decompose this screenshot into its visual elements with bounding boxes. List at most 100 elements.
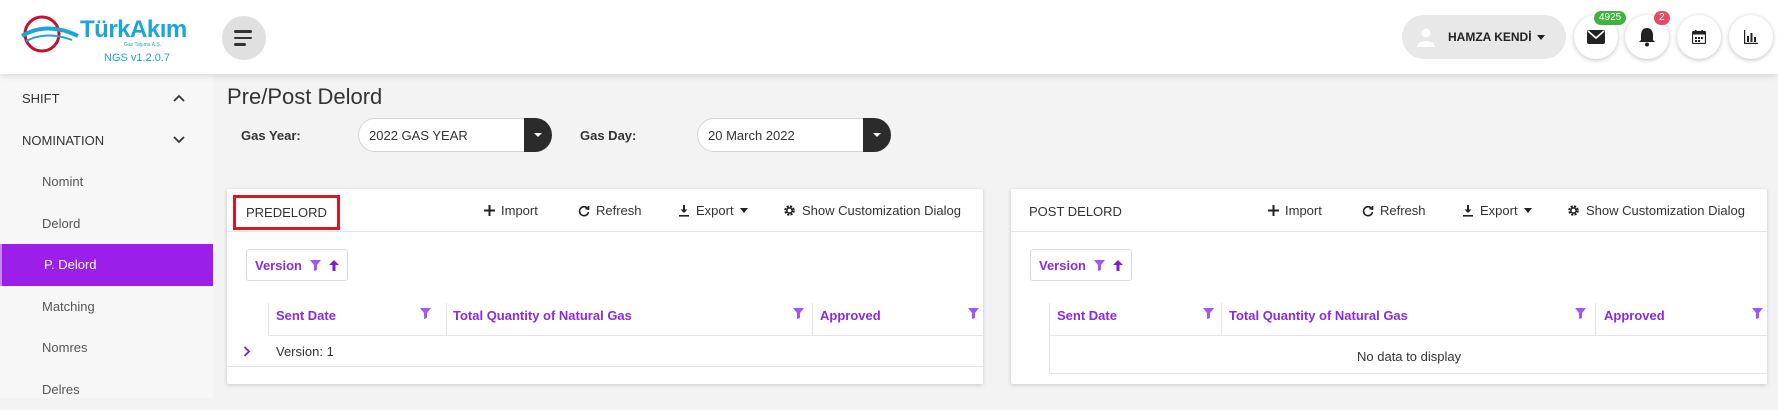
export-button[interactable]: Export	[1462, 203, 1532, 218]
sidebar-item-nomint[interactable]: Nomint	[0, 161, 213, 203]
user-name: HAMZA KENDİ	[1448, 30, 1532, 44]
sidebar-item-label: P. Delord	[44, 257, 97, 272]
column-header-sent-date[interactable]: Sent Date	[276, 303, 446, 335]
column-header-approved[interactable]: Approved	[820, 303, 980, 335]
customization-dialog-button[interactable]: Show Customization Dialog	[783, 203, 961, 218]
dropdown-toggle-button[interactable]	[863, 118, 891, 152]
post-delord-panel: POST DELORD Import Refresh Export Show C…	[1011, 189, 1767, 384]
sidebar-item-label: Delres	[42, 382, 80, 397]
mail-button[interactable]: 4925	[1574, 15, 1618, 59]
export-label: Export	[696, 203, 734, 218]
sort-ascending-icon[interactable]	[1113, 260, 1123, 271]
notifications-button[interactable]: 2	[1625, 15, 1669, 59]
refresh-label: Refresh	[596, 203, 642, 218]
filter-icon[interactable]	[1575, 308, 1586, 319]
group-row[interactable]: Version: 1	[227, 336, 983, 367]
sidebar-item-label: Delord	[42, 216, 80, 231]
sidebar: SHIFT NOMINATION Nomint Delord P. Delord…	[0, 74, 213, 398]
hamburger-line	[234, 43, 246, 46]
chevron-down-icon	[173, 136, 185, 144]
column-separator	[1221, 303, 1222, 335]
sidebar-item-delord[interactable]: Delord	[0, 203, 213, 245]
calendar-icon	[1692, 30, 1706, 44]
group-label: Version	[255, 258, 302, 273]
column-label: Sent Date	[1057, 308, 1117, 323]
reports-button[interactable]	[1729, 15, 1773, 59]
user-avatar-icon	[1416, 27, 1436, 47]
predelord-panel: PREDELORD Import Refresh Export Show Cus…	[227, 189, 983, 384]
column-header-total-quantity[interactable]: Total Quantity of Natural Gas	[453, 303, 823, 335]
refresh-icon	[578, 205, 590, 217]
sidebar-item-matching[interactable]: Matching	[0, 286, 213, 328]
group-panel-version[interactable]: Version	[246, 249, 348, 281]
dropdown-toggle-button[interactable]	[524, 118, 552, 152]
column-label: Total Quantity of Natural Gas	[453, 308, 632, 323]
sort-ascending-icon[interactable]	[329, 260, 339, 271]
filter-icon[interactable]	[1752, 308, 1763, 319]
caret-down-icon	[873, 133, 881, 137]
group-row-label: Version: 1	[276, 344, 334, 359]
sidebar-item-delres[interactable]: Delres	[0, 369, 213, 410]
refresh-label: Refresh	[1380, 203, 1426, 218]
filter-icon[interactable]	[310, 260, 321, 271]
filter-icon[interactable]	[793, 308, 804, 319]
column-separator	[268, 303, 269, 335]
chevron-up-icon	[173, 94, 185, 102]
mail-icon	[1587, 30, 1605, 44]
filter-icon[interactable]	[420, 308, 431, 319]
filter-icon[interactable]	[1203, 308, 1214, 319]
gas-year-label: Gas Year:	[241, 128, 301, 143]
group-label: Version	[1039, 258, 1086, 273]
sidebar-item-label: Matching	[42, 299, 95, 314]
top-bar: TürkAkım Gaz Taşıma A.Ş. NGS v1.2.0.7 HA…	[0, 0, 1778, 74]
customization-dialog-button[interactable]: Show Customization Dialog	[1567, 203, 1745, 218]
refresh-button[interactable]: Refresh	[1362, 203, 1426, 218]
sidebar-item-p-delord[interactable]: P. Delord	[0, 244, 213, 286]
gas-year-select[interactable]: 2022 GAS YEAR	[358, 118, 551, 152]
column-header-sent-date[interactable]: Sent Date	[1057, 303, 1227, 335]
chevron-right-icon[interactable]	[243, 346, 251, 357]
panel-title: POST DELORD	[1029, 204, 1122, 219]
calendar-button[interactable]	[1677, 15, 1721, 59]
empty-row: No data to display	[1049, 336, 1767, 374]
bar-chart-icon	[1744, 30, 1758, 44]
notification-count-badge: 2	[1654, 11, 1670, 25]
customization-label: Show Customization Dialog	[802, 203, 961, 218]
column-label: Sent Date	[276, 308, 336, 323]
sidebar-item-nomres[interactable]: Nomres	[0, 327, 213, 369]
gas-day-label: Gas Day:	[580, 128, 636, 143]
brand-tagline: Gaz Taşıma A.Ş.	[124, 42, 161, 48]
gas-day-select[interactable]: 20 March 2022	[697, 118, 890, 152]
import-button[interactable]: Import	[1268, 203, 1322, 218]
download-icon	[1462, 205, 1474, 217]
menu-toggle-button[interactable]	[222, 16, 266, 60]
no-data-message: No data to display	[1357, 349, 1461, 364]
chevron-down-icon	[1537, 35, 1545, 40]
panel-toolbar: PREDELORD Import Refresh Export Show Cus…	[227, 189, 983, 232]
plus-icon	[484, 205, 495, 216]
caret-down-icon	[534, 133, 542, 137]
sidebar-item-label: NOMINATION	[22, 133, 104, 148]
page-title: Pre/Post Delord	[227, 84, 382, 110]
group-panel-version[interactable]: Version	[1030, 249, 1132, 281]
sidebar-item-label: SHIFT	[22, 91, 60, 106]
filter-icon[interactable]	[1094, 260, 1105, 271]
import-button[interactable]: Import	[484, 203, 538, 218]
customization-label: Show Customization Dialog	[1586, 203, 1745, 218]
bell-icon	[1638, 27, 1656, 47]
sidebar-item-shift[interactable]: SHIFT	[0, 78, 213, 120]
user-menu-button[interactable]: HAMZA KENDİ	[1402, 15, 1566, 59]
refresh-button[interactable]: Refresh	[578, 203, 642, 218]
column-label: Total Quantity of Natural Gas	[1229, 308, 1408, 323]
brand-logo[interactable]: TürkAkım Gaz Taşıma A.Ş. NGS v1.2.0.7	[20, 12, 180, 66]
column-separator	[446, 303, 447, 335]
export-button[interactable]: Export	[678, 203, 748, 218]
column-separator	[1595, 303, 1596, 335]
sidebar-item-label: Nomres	[42, 340, 88, 355]
sidebar-item-nomination[interactable]: NOMINATION	[0, 120, 213, 162]
column-header-total-quantity[interactable]: Total Quantity of Natural Gas	[1229, 303, 1589, 335]
column-label: Approved	[1604, 308, 1665, 323]
refresh-icon	[1362, 205, 1374, 217]
column-header-approved[interactable]: Approved	[1604, 303, 1764, 335]
filter-icon[interactable]	[968, 308, 979, 319]
